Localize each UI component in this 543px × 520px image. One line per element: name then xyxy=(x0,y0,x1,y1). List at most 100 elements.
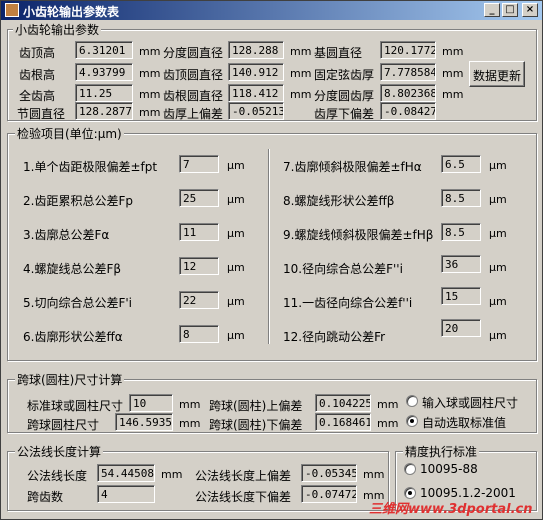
field-cn-upper-dev[interactable]: -0.053458 xyxy=(301,464,357,482)
check-label: 9.螺旋线倾斜极限偏差±fHβ xyxy=(283,228,434,242)
unit-mm: mm xyxy=(442,45,464,58)
field-operating-pitch-diameter[interactable]: 128.2877 xyxy=(75,102,133,120)
field-cn-lower-dev[interactable]: -0.074727 xyxy=(301,485,357,503)
check-label: 6.齿廓形状公差ffα xyxy=(23,330,123,344)
check-value[interactable]: 8 xyxy=(179,325,219,343)
field-over-ball-size[interactable]: 146.59359 xyxy=(115,413,173,431)
main-window: 小齿轮输出参数表 _ □ × 小齿轮输出参数 齿顶高 6.31201 mm 分度… xyxy=(0,0,543,520)
check-value[interactable]: 8.5 xyxy=(441,223,481,241)
unit-um: μm xyxy=(489,227,507,240)
unit-mm: mm xyxy=(290,88,312,101)
unit-mm: mm xyxy=(442,67,464,80)
unit-um: μm xyxy=(489,193,507,206)
unit-mm: mm xyxy=(377,398,399,411)
field-root-diameter[interactable]: 118.412 xyxy=(228,84,284,102)
label-common-normal-length: 公法线长度 xyxy=(27,469,88,483)
check-items-group-title: 检验项目(单位:μm) xyxy=(15,125,124,142)
label-thickness-lower-dev: 齿厚下偏差 xyxy=(314,107,375,121)
label-tip-diameter: 齿顶圆直径 xyxy=(163,68,224,82)
field-ball-lower-dev[interactable]: 0.168461 xyxy=(315,413,371,431)
window-title: 小齿轮输出参数表 xyxy=(23,5,120,19)
radio-standard-88[interactable] xyxy=(404,463,416,475)
unit-um: μm xyxy=(489,295,507,308)
title-bar[interactable]: 小齿轮输出参数表 _ □ × xyxy=(1,1,542,20)
label-base-diameter: 基圆直径 xyxy=(314,46,363,60)
check-label: 4.螺旋线总公差Fβ xyxy=(23,262,122,276)
field-common-normal-length[interactable]: 54.44508 xyxy=(97,464,155,482)
close-button[interactable]: × xyxy=(522,3,538,17)
unit-mm: mm xyxy=(139,88,161,101)
label-over-ball-size: 跨球圆柱尺寸 xyxy=(27,418,100,432)
label-cn-upper-dev: 公法线长度上偏差 xyxy=(195,469,292,483)
check-value[interactable]: 22 xyxy=(179,291,219,309)
radio-auto-standard[interactable] xyxy=(406,415,418,427)
field-thickness-upper-dev[interactable]: -0.052139 xyxy=(228,102,284,120)
check-label: 12.径向跳动公差Fr xyxy=(283,330,386,344)
unit-um: μm xyxy=(227,227,245,240)
unit-mm: mm xyxy=(161,468,183,481)
field-pitch-diameter[interactable]: 128.288 xyxy=(228,41,284,59)
check-value[interactable]: 12 xyxy=(179,257,219,275)
unit-mm: mm xyxy=(377,417,399,430)
unit-mm: mm xyxy=(290,67,312,80)
unit-mm: mm xyxy=(179,398,201,411)
field-thickness-lower-dev[interactable]: -0.084273 xyxy=(380,102,436,120)
unit-mm: mm xyxy=(363,468,385,481)
check-label: 11.一齿径向综合公差f''i xyxy=(283,296,413,310)
refresh-data-button[interactable]: 数据更新 xyxy=(469,61,525,87)
label-thickness-upper-dev: 齿厚上偏差 xyxy=(163,107,224,121)
check-value[interactable]: 15 xyxy=(441,287,481,305)
radio-input-ball-size[interactable] xyxy=(406,395,418,407)
watermark-text: 三维网www.3dportal.cn xyxy=(369,502,533,517)
label-ball-lower-dev: 跨球(圆柱)下偏差 xyxy=(209,418,303,432)
check-value[interactable]: 20 xyxy=(441,319,481,337)
check-value[interactable]: 25 xyxy=(179,189,219,207)
unit-um: μm xyxy=(489,261,507,274)
standard-group-title: 精度执行标准 xyxy=(403,443,480,460)
check-label: 8.螺旋线形状公差ffβ xyxy=(283,194,395,208)
app-icon xyxy=(5,3,19,17)
minimize-button[interactable]: _ xyxy=(484,3,500,17)
maximize-button[interactable]: □ xyxy=(502,3,518,17)
unit-mm: mm xyxy=(290,45,312,58)
label-root-diameter: 齿根圆直径 xyxy=(163,89,224,103)
label-addendum: 齿顶高 xyxy=(19,46,56,60)
field-ball-upper-dev[interactable]: 0.104225 xyxy=(315,394,371,412)
check-label: 3.齿廓总公差Fα xyxy=(23,228,110,242)
vertical-separator xyxy=(268,149,270,344)
check-value[interactable]: 7 xyxy=(179,155,219,173)
check-value[interactable]: 8.5 xyxy=(441,189,481,207)
field-ball-diameter[interactable]: 10 xyxy=(129,394,173,412)
unit-um: μm xyxy=(227,295,245,308)
field-base-diameter[interactable]: 120.1772 xyxy=(380,41,436,59)
check-value[interactable]: 6.5 xyxy=(441,155,481,173)
field-tip-diameter[interactable]: 140.912 xyxy=(228,63,284,81)
unit-mm: mm xyxy=(179,417,201,430)
unit-um: μm xyxy=(227,193,245,206)
check-label: 10.径向综合总公差F''i xyxy=(283,262,403,276)
check-value[interactable]: 11 xyxy=(179,223,219,241)
check-label: 7.齿廓倾斜极限偏差±fHα xyxy=(283,160,422,174)
check-label: 5.切向综合总公差F'i xyxy=(23,296,132,310)
field-pitch-thickness[interactable]: 8.802368 xyxy=(380,84,436,102)
field-addendum[interactable]: 6.31201 xyxy=(75,41,133,59)
label-span-teeth: 跨齿数 xyxy=(27,490,64,504)
field-whole-depth[interactable]: 11.25 xyxy=(75,84,133,102)
check-value[interactable]: 36 xyxy=(441,255,481,273)
check-label: 1.单个齿距极限偏差±fpt xyxy=(23,160,158,174)
radio-label-input-ball-size[interactable]: 输入球或圆柱尺寸 xyxy=(422,394,518,411)
field-dedendum[interactable]: 4.93799 xyxy=(75,63,133,81)
unit-mm: mm xyxy=(139,67,161,80)
ball-size-group-title: 跨球(圆柱)尺寸计算 xyxy=(15,371,125,388)
unit-mm: mm xyxy=(442,88,464,101)
output-group-title: 小齿轮输出参数 xyxy=(13,21,102,38)
field-span-teeth[interactable]: 4 xyxy=(97,485,155,503)
label-whole-depth: 全齿高 xyxy=(19,89,56,103)
field-chordal-thickness[interactable]: 7.778584 xyxy=(380,63,436,81)
unit-um: μm xyxy=(227,329,245,342)
label-operating-pitch-diameter: 节圆直径 xyxy=(17,107,66,121)
radio-label-auto-standard[interactable]: 自动选取标准值 xyxy=(422,414,506,431)
check-label: 2.齿距累积总公差Fp xyxy=(23,194,133,208)
label-pitch-diameter: 分度圆直径 xyxy=(163,46,224,60)
radio-label-standard-88[interactable]: 10095-88 xyxy=(420,462,478,476)
